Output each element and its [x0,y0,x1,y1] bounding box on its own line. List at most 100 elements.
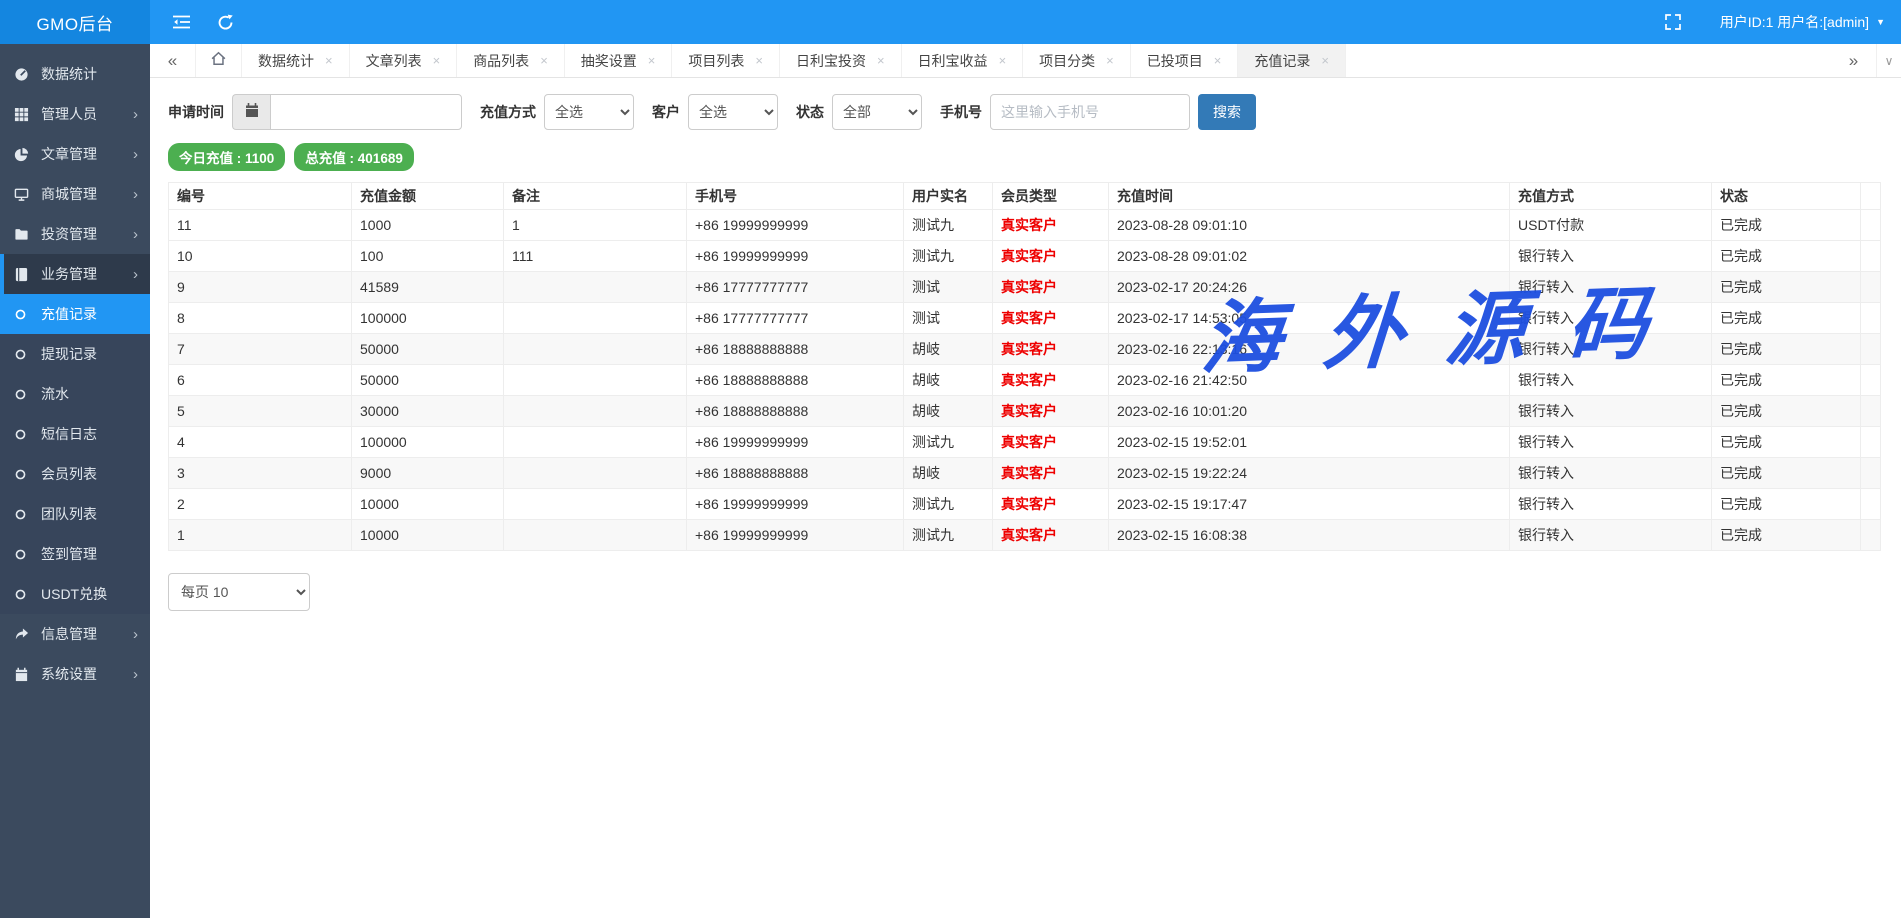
home-tab[interactable] [196,44,242,77]
tab-item[interactable]: 项目分类× [1023,44,1131,77]
cell-realname: 测试九 [904,520,993,551]
cell-time: 2023-02-17 14:53:05 [1109,303,1510,334]
table-row: 7 50000 +86 18888888888 胡岐 真实客户 2023-02-… [169,334,1881,365]
sidebar-item-articles[interactable]: 文章管理 › [0,134,150,174]
pagination: 每页 10 [168,573,1883,611]
calendar-icon [14,667,31,682]
search-button[interactable]: 搜索 [1198,94,1256,130]
calendar-button[interactable] [232,94,270,130]
sidebar-item-label: 流水 [41,384,69,404]
close-icon[interactable]: × [999,53,1007,68]
cell-status: 已完成 [1712,303,1861,334]
cell-id: 1 [169,520,352,551]
cell-realname: 测试九 [904,241,993,272]
sidebar-item-admins[interactable]: 管理人员 › [0,94,150,134]
sidebar-item-team-list[interactable]: 团队列表 [0,494,150,534]
sidebar-item-usdt-exchange[interactable]: USDT兑换 [0,574,150,614]
tab-item[interactable]: 文章列表× [350,44,458,77]
cell-member-type: 真实客户 [993,210,1109,241]
tab-item[interactable]: 日利宝投资× [780,44,902,77]
cell-amount: 50000 [352,365,504,396]
sidebar-item-signin[interactable]: 签到管理 [0,534,150,574]
sidebar-item-label: 管理人员 [41,104,97,124]
tabs-collapse-left-icon[interactable]: « [150,44,196,77]
sidebar-item-member-list[interactable]: 会员列表 [0,454,150,494]
cell-status: 已完成 [1712,210,1861,241]
sidebar-item-flow[interactable]: 流水 [0,374,150,414]
cell-note [504,458,687,489]
refresh-icon[interactable] [217,14,234,31]
menu-fold-icon[interactable] [172,14,191,30]
close-icon[interactable]: × [433,53,441,68]
close-icon[interactable]: × [1214,53,1222,68]
tab-item[interactable]: 数据统计× [242,44,350,77]
customer-select[interactable]: 全选 [688,94,778,130]
close-icon[interactable]: × [325,53,333,68]
user-dropdown[interactable]: 用户ID:1 用户名:[admin] ▼ [1720,12,1885,32]
cell-member-type: 真实客户 [993,303,1109,334]
cell-method: USDT付款 [1510,210,1712,241]
col-id: 编号 [169,183,352,210]
tab-item[interactable]: 日利宝收益× [902,44,1024,77]
cell-status: 已完成 [1712,520,1861,551]
chevron-right-icon: › [133,187,138,202]
apply-time-input[interactable] [270,94,462,130]
chevron-right-icon: › [133,227,138,242]
phone-input[interactable] [990,94,1190,130]
fullscreen-icon[interactable] [1664,13,1682,31]
cell-amount: 9000 [352,458,504,489]
cell-note: 111 [504,241,687,272]
sidebar-item-sms-log[interactable]: 短信日志 [0,414,150,454]
col-method: 充值方式 [1510,183,1712,210]
tab-item-active[interactable]: 充值记录× [1238,44,1346,77]
cell-amount: 10000 [352,489,504,520]
cell-method: 银行转入 [1510,520,1712,551]
sidebar-item-investment[interactable]: 投资管理 › [0,214,150,254]
sidebar-item-business[interactable]: 业务管理 › [0,254,150,294]
sidebar-item-dashboard[interactable]: 数据统计 [0,54,150,94]
sidebar-item-withdraw-records[interactable]: 提现记录 [0,334,150,374]
cell-amount: 100000 [352,303,504,334]
close-icon[interactable]: × [755,53,763,68]
recharge-method-select[interactable]: 全选 [544,94,634,130]
page-size-select[interactable]: 每页 10 [168,573,310,611]
tabs-collapse-right-icon[interactable]: » [1831,44,1877,77]
tab-item[interactable]: 已投项目× [1131,44,1239,77]
close-icon[interactable]: × [540,53,548,68]
sidebar-item-settings[interactable]: 系统设置 › [0,654,150,694]
tabs-more-icon[interactable]: ∨ [1877,44,1901,77]
cell-time: 2023-02-15 19:52:01 [1109,427,1510,458]
cell-time: 2023-02-16 21:42:50 [1109,365,1510,396]
cell-extra [1861,396,1881,427]
sidebar-item-info[interactable]: 信息管理 › [0,614,150,654]
filter-bar: 申请时间 充值方式 全选 客户 全选 状态 [168,94,1883,130]
close-icon[interactable]: × [1106,53,1114,68]
cell-extra [1861,489,1881,520]
sidebar-item-mall[interactable]: 商城管理 › [0,174,150,214]
sidebar-item-recharge-records[interactable]: 充值记录 [0,294,150,334]
cell-realname: 测试 [904,272,993,303]
status-select[interactable]: 全部 [832,94,922,130]
topbar: GMO后台 用户ID:1 用户名:[admin] ▼ [0,0,1901,44]
cell-method: 银行转入 [1510,489,1712,520]
cell-member-type: 真实客户 [993,427,1109,458]
sidebar-item-label: 文章管理 [41,144,97,164]
close-icon[interactable]: × [648,53,656,68]
recharge-records-page: 申请时间 充值方式 全选 客户 全选 状态 [150,78,1901,918]
close-icon[interactable]: × [877,53,885,68]
tab-item[interactable]: 抽奖设置× [565,44,673,77]
sidebar-item-label: 签到管理 [41,544,97,564]
cell-method: 银行转入 [1510,241,1712,272]
circle-icon [14,468,31,481]
close-icon[interactable]: × [1321,53,1329,68]
tab-bar: « 数据统计× 文章列表× 商品列表× 抽奖设置× 项目列表× 日利宝投资× 日… [150,44,1901,78]
table-header-row: 编号 充值金额 备注 手机号 用户实名 会员类型 充值时间 充值方式 状态 [169,183,1881,210]
col-realname: 用户实名 [904,183,993,210]
cell-method: 银行转入 [1510,272,1712,303]
apply-time-label: 申请时间 [168,102,224,122]
tab-item[interactable]: 商品列表× [457,44,565,77]
cell-method: 银行转入 [1510,334,1712,365]
cell-id: 3 [169,458,352,489]
tab-item[interactable]: 项目列表× [672,44,780,77]
cell-realname: 测试九 [904,210,993,241]
